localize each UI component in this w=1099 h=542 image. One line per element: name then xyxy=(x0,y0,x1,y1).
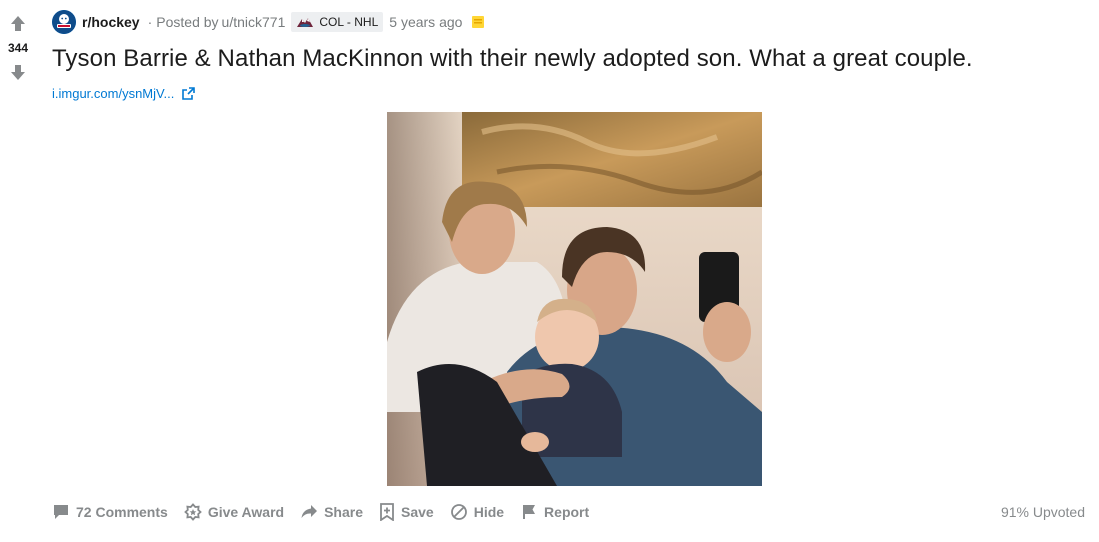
post-card: r/hockey · Posted by u/tnick771 COL - NH… xyxy=(52,0,1099,542)
save-button[interactable]: Save xyxy=(379,503,434,521)
hide-button[interactable]: Hide xyxy=(450,503,504,521)
user-flair: COL - NHL xyxy=(291,12,384,32)
hockey-subreddit-icon[interactable] xyxy=(52,10,76,34)
post-image[interactable] xyxy=(387,112,762,486)
subreddit-name[interactable]: r/hockey xyxy=(82,14,140,30)
vote-score: 344 xyxy=(7,41,29,55)
hide-label: Hide xyxy=(473,504,505,520)
give-award-label: Give Award xyxy=(207,504,285,520)
downvote-arrow-icon[interactable] xyxy=(6,60,30,84)
comments-button[interactable]: 72 Comments xyxy=(52,503,168,521)
upvote-ratio: 91% Upvoted xyxy=(1000,504,1085,520)
hide-icon xyxy=(450,503,468,521)
share-button[interactable]: Share xyxy=(300,503,363,521)
meta-separator: · xyxy=(147,14,153,30)
comments-label: 72 Comments xyxy=(76,504,168,520)
gold-award-icon[interactable] xyxy=(470,14,486,30)
award-icon xyxy=(183,503,202,521)
report-button[interactable]: Report xyxy=(520,503,589,521)
posted-by-label: Posted by xyxy=(156,14,219,30)
report-flag-icon xyxy=(520,503,538,521)
comment-icon xyxy=(52,503,70,521)
post-action-bar: 72 Comments Give Award Share Save Hide R… xyxy=(52,498,1099,526)
save-label: Save xyxy=(401,504,434,520)
give-award-button[interactable]: Give Award xyxy=(183,503,285,521)
post-title[interactable]: Tyson Barrie & Nathan MacKinnon with the… xyxy=(52,45,973,73)
post-image-photo xyxy=(387,112,762,486)
share-icon xyxy=(300,503,318,521)
flair-text: COL - NHL xyxy=(319,15,379,29)
report-label: Report xyxy=(544,504,590,520)
vote-column: 344 xyxy=(0,0,36,542)
upvote-arrow-icon[interactable] xyxy=(6,12,30,36)
external-link[interactable]: i.imgur.com/ysnMjV... xyxy=(52,86,196,101)
avalanche-logo-icon xyxy=(296,16,314,28)
post-timestamp[interactable]: 5 years ago xyxy=(389,14,462,30)
share-label: Share xyxy=(324,504,363,520)
save-icon xyxy=(379,503,395,521)
author-username[interactable]: u/tnick771 xyxy=(222,14,286,30)
post-meta: r/hockey · Posted by u/tnick771 COL - NH… xyxy=(52,10,486,34)
link-domain-text[interactable]: i.imgur.com/ysnMjV... xyxy=(52,86,174,101)
external-link-icon xyxy=(182,87,196,100)
